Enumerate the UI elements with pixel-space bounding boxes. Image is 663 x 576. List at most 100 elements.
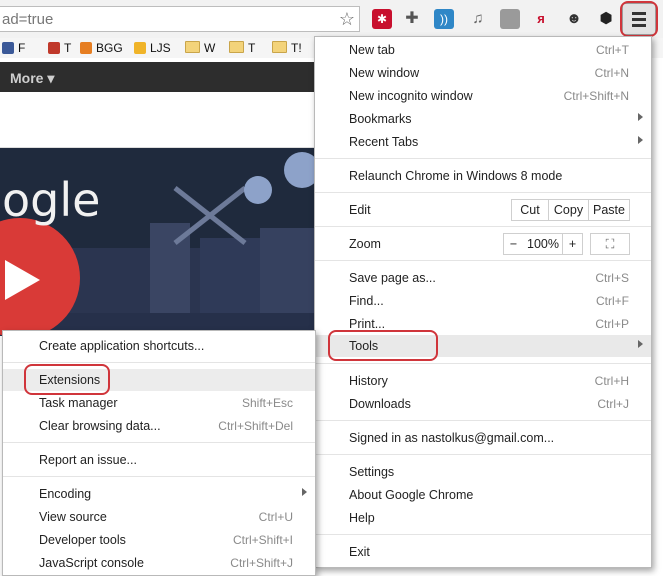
lastpass-extension-icon[interactable]: ✱	[372, 9, 392, 29]
facebook-icon	[2, 42, 14, 54]
bookmark-item[interactable]: T	[229, 41, 255, 55]
bgg-icon	[80, 42, 92, 54]
menu-item-new-incognito[interactable]: New incognito window Ctrl+Shift+N	[315, 85, 651, 107]
menu-item-exit[interactable]: Exit	[315, 541, 651, 563]
zoom-level: 100%	[523, 233, 563, 255]
menu-item-label: Developer tools	[39, 533, 126, 547]
submenu-arrow-icon	[638, 113, 643, 121]
tools-item-create-shortcuts[interactable]: Create application shortcuts...	[3, 335, 315, 357]
cube-extension-icon[interactable]: ⬢	[596, 9, 616, 29]
menu-item-label: Extensions	[39, 373, 101, 387]
menu-item-label: View source	[39, 510, 107, 524]
menu-item-label: Signed in as nastolkus@gmail.com...	[349, 431, 555, 445]
menu-item-new-tab[interactable]: New tab Ctrl+T	[315, 39, 651, 61]
google-doodle[interactable]: ogle	[0, 148, 314, 336]
submenu-arrow-icon	[302, 488, 307, 496]
browser-toolbar: ad=true ☆ ✱ ✚ )) ♫ я ☻ ⬢	[0, 0, 663, 39]
menu-item-label: Encoding	[39, 487, 92, 501]
omnibox-url[interactable]: ad=true	[2, 11, 53, 28]
zoom-in-button[interactable]: +	[562, 233, 583, 255]
menu-item-relaunch-win8[interactable]: Relaunch Chrome in Windows 8 mode	[315, 165, 651, 187]
menu-item-shortcut: Shift+Esc	[241, 396, 293, 410]
bookmark-label: W	[204, 41, 216, 55]
bookmark-item[interactable]: T!	[272, 41, 302, 55]
chrome-main-menu: New tab Ctrl+T New window Ctrl+N New inc…	[314, 36, 652, 568]
page-blank-area	[0, 92, 314, 148]
menu-item-label: Exit	[349, 545, 370, 559]
gray-square-extension-icon[interactable]	[500, 9, 520, 29]
menu-item-shortcut: Ctrl+S	[595, 271, 629, 285]
bookmark-star-icon[interactable]: ☆	[339, 9, 355, 30]
menu-item-label: Downloads	[349, 397, 411, 411]
menu-item-zoom: Zoom − 100% + ⛶	[315, 233, 651, 255]
folder-icon	[229, 41, 244, 53]
menu-item-tools[interactable]: Tools	[315, 335, 651, 357]
menu-item-shortcut: Ctrl+P	[595, 317, 629, 331]
bookmark-label: T	[64, 41, 72, 55]
tools-item-extensions[interactable]: Extensions	[3, 369, 315, 391]
bookmark-item[interactable]: W	[185, 41, 215, 55]
bookmark-item[interactable]: BGG	[80, 41, 123, 55]
menu-item-recent-tabs[interactable]: Recent Tabs	[315, 131, 651, 153]
bookmark-item[interactable]: LJS	[134, 41, 171, 55]
menu-divider	[315, 226, 651, 227]
zoom-out-button[interactable]: −	[503, 233, 524, 255]
tools-item-js-console[interactable]: JavaScript console Ctrl+Shift+J	[3, 552, 315, 574]
menu-item-signed-in[interactable]: Signed in as nastolkus@gmail.com...	[315, 427, 651, 449]
menu-item-label: Tools	[349, 339, 379, 353]
tools-item-view-source[interactable]: View source Ctrl+U	[3, 506, 315, 528]
alien-extension-icon[interactable]: ☻	[564, 9, 584, 29]
menu-item-label: About Google Chrome	[349, 488, 474, 502]
tools-item-task-manager[interactable]: Task manager Shift+Esc	[3, 392, 315, 414]
menu-item-label: Zoom	[349, 237, 381, 251]
menu-item-find[interactable]: Find... Ctrl+F	[315, 290, 651, 312]
menu-item-label: Settings	[349, 465, 395, 479]
menu-item-shortcut: Ctrl+N	[594, 66, 629, 80]
bookmark-label: BGG	[96, 41, 123, 55]
fullscreen-icon[interactable]: ⛶	[590, 233, 630, 255]
tools-item-report-issue[interactable]: Report an issue...	[3, 449, 315, 471]
menu-item-label: New incognito window	[349, 89, 473, 103]
menu-divider	[315, 363, 651, 364]
menu-item-save-page[interactable]: Save page as... Ctrl+S	[315, 267, 651, 289]
menu-item-bookmarks[interactable]: Bookmarks	[315, 108, 651, 130]
menu-item-print[interactable]: Print... Ctrl+P	[315, 313, 651, 335]
yandex-extension-icon[interactable]: я	[531, 9, 551, 29]
menu-divider	[315, 534, 651, 535]
chrome-menu-button[interactable]	[622, 3, 656, 35]
menu-divider	[315, 420, 651, 421]
more-menu-link[interactable]: More ▾	[10, 70, 54, 87]
menu-item-shortcut: Ctrl+Shift+N	[563, 89, 629, 103]
menu-item-label: New tab	[349, 43, 395, 57]
menu-item-downloads[interactable]: Downloads Ctrl+J	[315, 393, 651, 415]
menu-item-label: Relaunch Chrome in Windows 8 mode	[349, 169, 563, 183]
copy-button[interactable]: Copy	[548, 199, 589, 221]
menu-item-settings[interactable]: Settings	[315, 461, 651, 483]
rss-extension-icon[interactable]: ))	[434, 9, 454, 29]
menu-item-help[interactable]: Help	[315, 507, 651, 529]
menu-divider	[3, 476, 315, 477]
bookmark-label: LJS	[150, 41, 171, 55]
cut-button[interactable]: Cut	[511, 199, 549, 221]
tools-item-encoding[interactable]: Encoding	[3, 483, 315, 505]
menu-item-shortcut: Ctrl+U	[258, 510, 293, 524]
omnibox[interactable]: ad=true ☆	[0, 6, 360, 32]
bell-icon[interactable]: ♫	[468, 9, 488, 29]
paste-button[interactable]: Paste	[588, 199, 630, 221]
menu-item-shortcut: Ctrl+J	[597, 397, 629, 411]
menu-divider	[315, 454, 651, 455]
menu-divider	[315, 260, 651, 261]
bookmark-item[interactable]: T	[48, 41, 71, 55]
bookmark-label: T	[248, 41, 256, 55]
menu-divider	[315, 192, 651, 193]
menu-item-new-window[interactable]: New window Ctrl+N	[315, 62, 651, 84]
tools-item-clear-data[interactable]: Clear browsing data... Ctrl+Shift+Del	[3, 415, 315, 437]
menu-divider	[3, 362, 315, 363]
puzzle-extension-icon[interactable]: ✚	[402, 9, 422, 29]
bookmark-item[interactable]: F	[2, 41, 25, 55]
tools-item-developer-tools[interactable]: Developer tools Ctrl+Shift+I	[3, 529, 315, 551]
menu-item-label: Edit	[349, 203, 371, 217]
menu-item-about[interactable]: About Google Chrome	[315, 484, 651, 506]
menu-item-label: Bookmarks	[349, 112, 412, 126]
menu-item-history[interactable]: History Ctrl+H	[315, 370, 651, 392]
